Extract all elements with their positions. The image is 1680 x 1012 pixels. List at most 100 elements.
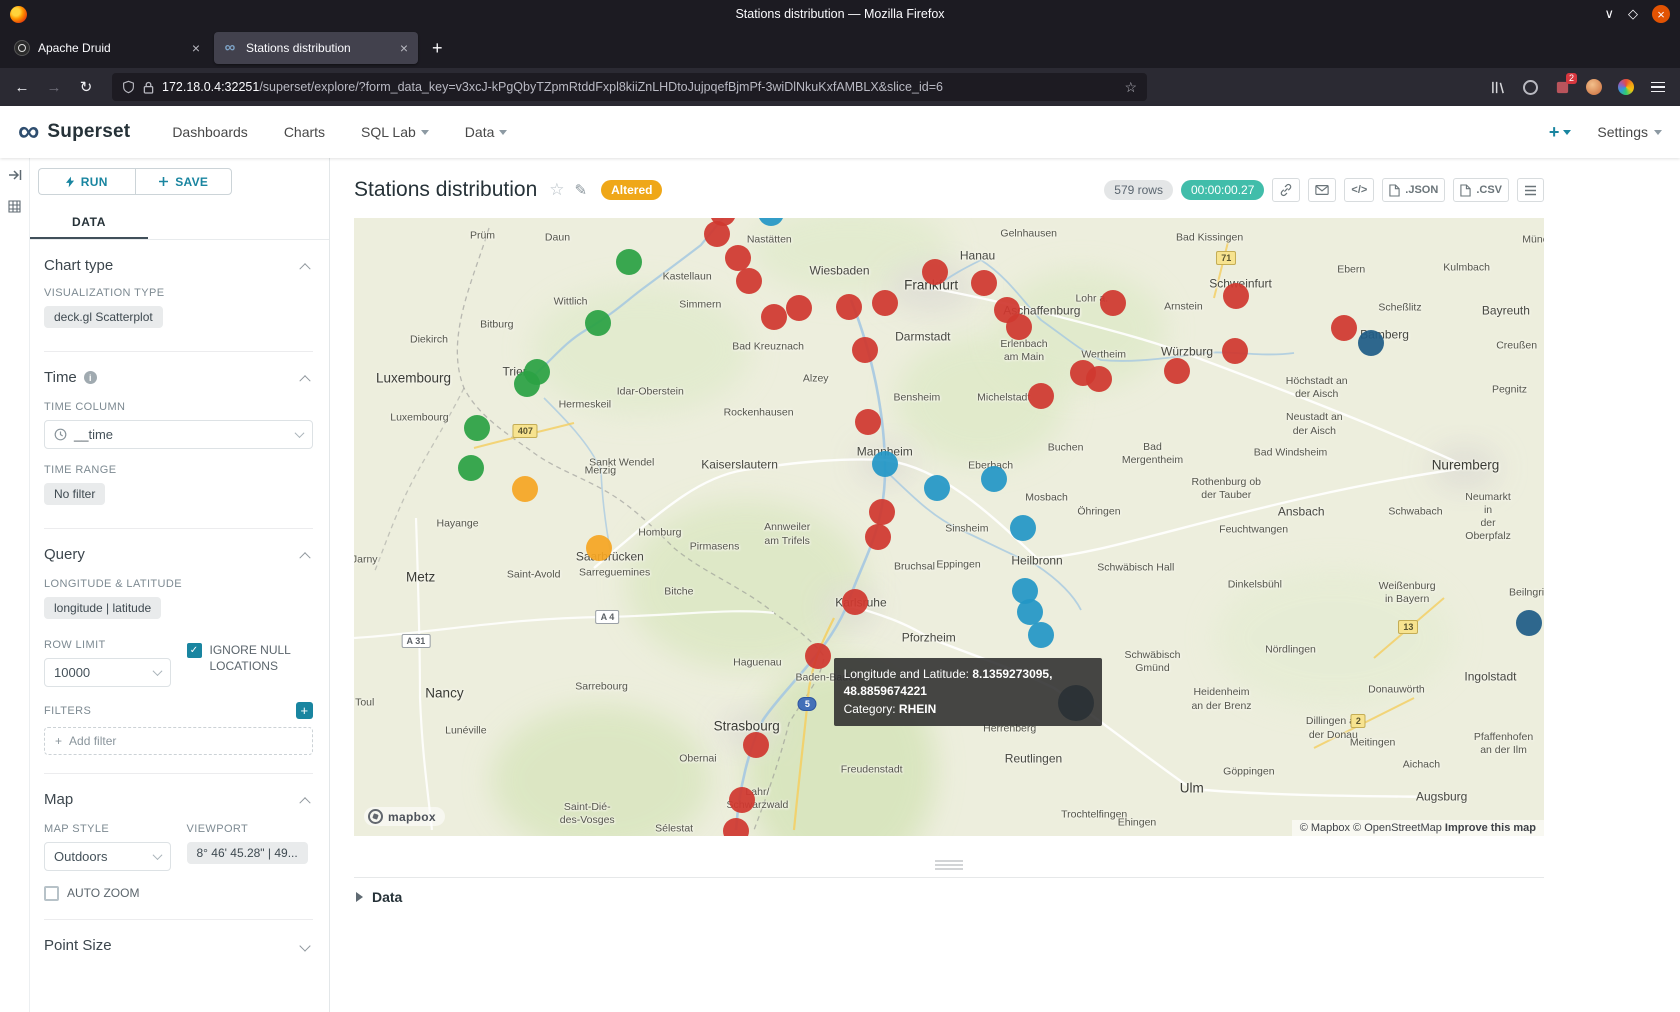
- edit-properties-icon[interactable]: ✎: [575, 181, 588, 199]
- tab-close-icon[interactable]: ×: [190, 40, 202, 56]
- add-filter-box[interactable]: + Add filter: [44, 727, 313, 755]
- map-style-select[interactable]: Outdoors: [44, 842, 171, 871]
- viz-type-value[interactable]: deck.gl Scatterplot: [44, 306, 163, 328]
- section-header[interactable]: Point Size: [44, 937, 313, 954]
- map-point-red[interactable]: [1164, 358, 1190, 384]
- email-button[interactable]: [1308, 178, 1336, 202]
- checkbox-unchecked-icon[interactable]: [44, 886, 59, 901]
- ignore-null-checkbox[interactable]: ✓ IGNORE NULL LOCATIONS: [187, 642, 314, 674]
- embed-code-button[interactable]: </>: [1344, 178, 1374, 202]
- favorite-star-icon[interactable]: ☆: [549, 180, 564, 200]
- forward-button[interactable]: →: [40, 74, 68, 100]
- url-bar[interactable]: 172.18.0.4:32251/superset/explore/?form_…: [112, 73, 1147, 101]
- section-header[interactable]: Time i: [44, 369, 313, 386]
- add-filter-plus-button[interactable]: +: [296, 702, 313, 719]
- map-point-red[interactable]: [723, 818, 749, 836]
- map-point-navy[interactable]: [1358, 330, 1384, 356]
- map-point-red[interactable]: [729, 787, 755, 813]
- run-button[interactable]: RUN: [38, 168, 135, 195]
- map-point-green[interactable]: [464, 415, 490, 441]
- deckgl-map[interactable]: PrümDaunNastättenGelnhausenBad Kissingen…: [354, 218, 1544, 836]
- tab-apache-druid[interactable]: Apache Druid ×: [6, 32, 210, 64]
- export-csv-button[interactable]: .CSV: [1453, 178, 1509, 202]
- export-json-button[interactable]: .JSON: [1382, 178, 1445, 202]
- altered-badge[interactable]: Altered: [601, 180, 662, 200]
- map-point-orange[interactable]: [586, 535, 612, 561]
- save-button[interactable]: SAVE: [135, 168, 233, 195]
- chart-menu-button[interactable]: [1517, 178, 1544, 202]
- resize-handle[interactable]: [354, 860, 1544, 870]
- window-close-icon[interactable]: ×: [1652, 5, 1670, 23]
- expand-panel-icon[interactable]: [8, 168, 22, 186]
- time-range-value[interactable]: No filter: [44, 483, 105, 505]
- map-point-green[interactable]: [616, 249, 642, 275]
- share-link-button[interactable]: [1272, 178, 1300, 202]
- viewport-value[interactable]: 8° 46' 45.28" | 49...: [187, 842, 308, 864]
- map-point-red[interactable]: [736, 268, 762, 294]
- map-point-blue[interactable]: [981, 466, 1007, 492]
- superset-brand[interactable]: ∞ Superset: [18, 117, 130, 147]
- map-point-green[interactable]: [514, 371, 540, 397]
- extension-icon[interactable]: 2: [1552, 77, 1572, 97]
- map-point-red[interactable]: [842, 589, 868, 615]
- map-point-red[interactable]: [865, 524, 891, 550]
- data-panel-toggle[interactable]: Data: [354, 877, 1544, 916]
- new-tab-button[interactable]: +: [422, 38, 453, 59]
- library-icon[interactable]: [1488, 77, 1508, 97]
- section-header[interactable]: Query: [44, 546, 313, 563]
- nav-charts[interactable]: Charts: [284, 124, 325, 140]
- map-point-red[interactable]: [1100, 290, 1126, 316]
- bookmark-star-icon[interactable]: ☆: [1124, 79, 1137, 96]
- map-point-red[interactable]: [852, 337, 878, 363]
- pinwheel-extension-icon[interactable]: [1616, 77, 1636, 97]
- time-column-select[interactable]: __time: [44, 420, 313, 449]
- browser-menu-icon[interactable]: [1648, 77, 1668, 97]
- account-icon[interactable]: [1520, 77, 1540, 97]
- row-limit-select[interactable]: 10000: [44, 658, 171, 687]
- nav-sql-lab[interactable]: SQL Lab: [361, 124, 429, 140]
- map-point-red[interactable]: [1222, 338, 1248, 364]
- map-point-red[interactable]: [1223, 283, 1249, 309]
- map-point-blue[interactable]: [1028, 622, 1054, 648]
- lonlat-value[interactable]: longitude | latitude: [44, 597, 161, 619]
- map-point-red[interactable]: [805, 643, 831, 669]
- checkbox-checked-icon[interactable]: ✓: [187, 643, 202, 658]
- map-point-orange[interactable]: [512, 476, 538, 502]
- window-maximize-icon[interactable]: ◇: [1628, 6, 1638, 22]
- map-point-red[interactable]: [922, 259, 948, 285]
- map-point-blue[interactable]: [924, 475, 950, 501]
- map-point-red[interactable]: [836, 294, 862, 320]
- map-point-red[interactable]: [761, 304, 787, 330]
- new-item-button[interactable]: +: [1549, 122, 1572, 143]
- section-header[interactable]: Map: [44, 791, 313, 808]
- tab-stations-distribution[interactable]: ∞ Stations distribution ×: [214, 32, 418, 64]
- reload-button[interactable]: ↻: [72, 74, 100, 100]
- map-point-blue[interactable]: [872, 451, 898, 477]
- map-point-red[interactable]: [872, 290, 898, 316]
- window-minimize-icon[interactable]: ∨: [1604, 6, 1614, 22]
- map-point-blue[interactable]: [758, 218, 784, 226]
- map-point-red[interactable]: [971, 270, 997, 296]
- mapbox-logo[interactable]: mapbox: [364, 807, 445, 826]
- profile-avatar-icon[interactable]: [1584, 77, 1604, 97]
- map-point-green[interactable]: [458, 455, 484, 481]
- map-point-red[interactable]: [743, 732, 769, 758]
- tab-data[interactable]: DATA: [30, 209, 148, 239]
- nav-dashboards[interactable]: Dashboards: [172, 124, 248, 140]
- map-point-red[interactable]: [1086, 366, 1112, 392]
- improve-map-link[interactable]: Improve this map: [1445, 822, 1536, 834]
- lock-icon[interactable]: [143, 81, 154, 94]
- map-point-red[interactable]: [869, 499, 895, 525]
- tab-close-icon[interactable]: ×: [398, 40, 410, 56]
- map-point-red[interactable]: [855, 409, 881, 435]
- map-point-green[interactable]: [585, 310, 611, 336]
- datasource-grid-icon[interactable]: [8, 200, 21, 218]
- auto-zoom-checkbox[interactable]: AUTO ZOOM: [44, 885, 313, 901]
- map-point-blue[interactable]: [1010, 515, 1036, 541]
- back-button[interactable]: ←: [8, 74, 36, 100]
- section-header[interactable]: Chart type: [44, 257, 313, 274]
- map-point-red[interactable]: [1331, 315, 1357, 341]
- map-point-navy[interactable]: [1516, 610, 1542, 636]
- shield-icon[interactable]: [122, 80, 135, 94]
- map-point-red[interactable]: [786, 295, 812, 321]
